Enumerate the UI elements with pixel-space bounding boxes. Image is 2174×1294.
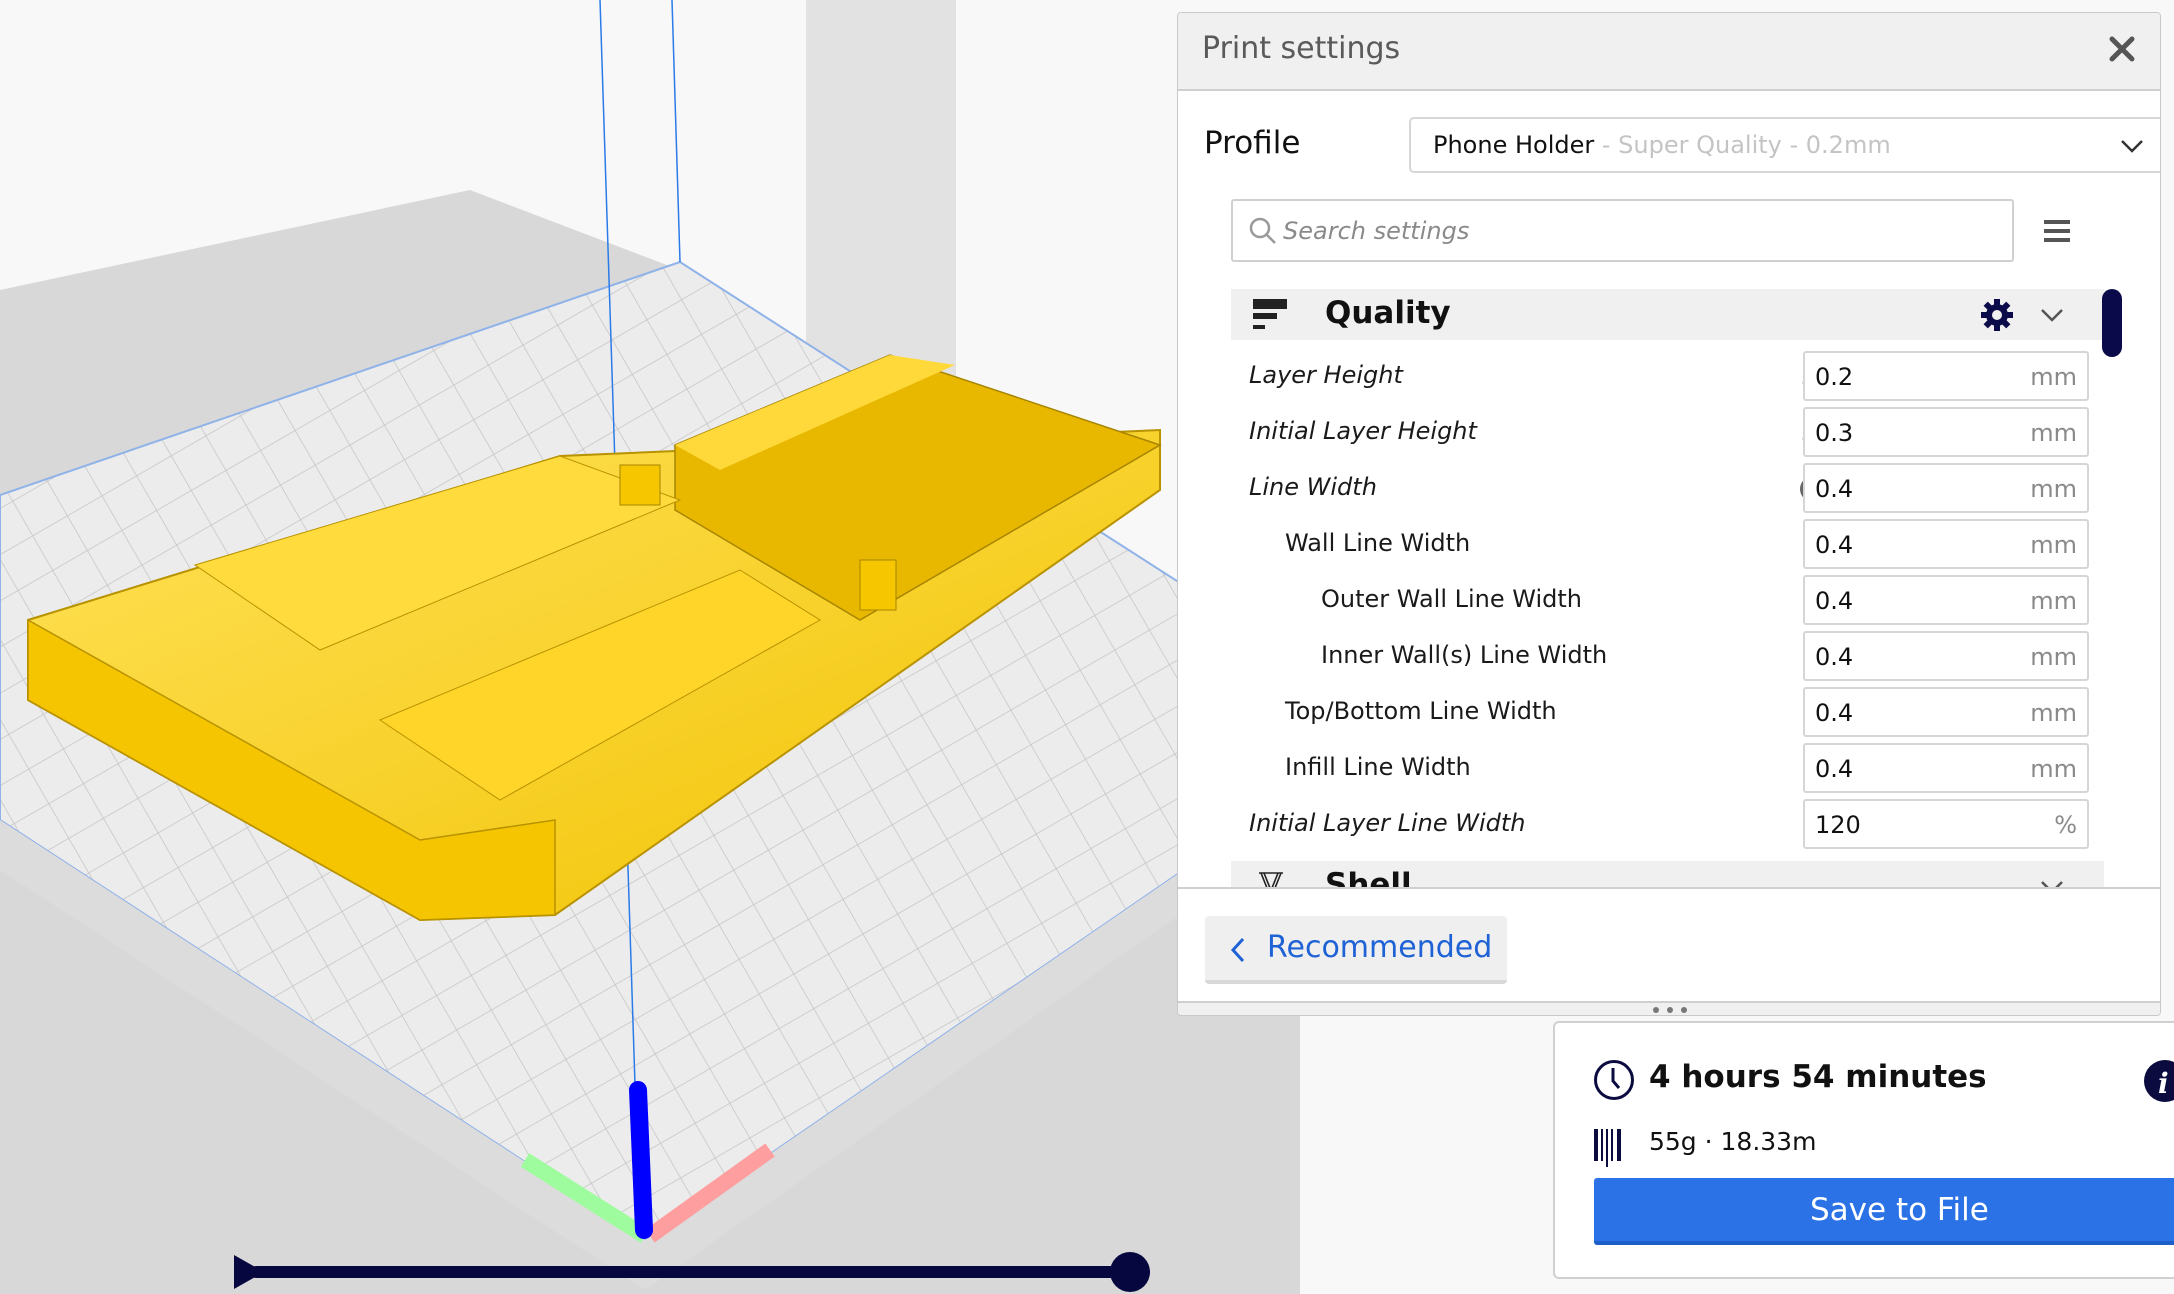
filament-icon [1594, 1129, 1621, 1167]
category-label: Shell [1325, 867, 1412, 887]
category-quality[interactable]: Quality [1231, 289, 2104, 340]
build-volume-line [671, 0, 681, 263]
menu-icon[interactable] [2042, 217, 2072, 245]
setting-row-initial-layer-line-width: Initial Layer Line Width 120% [1231, 799, 2104, 851]
category-label: Quality [1325, 295, 1451, 331]
layer-slider-handle[interactable] [1110, 1252, 1150, 1292]
category-shell[interactable]: Shell [1231, 861, 2104, 887]
chevron-down-icon [2041, 309, 2063, 322]
setting-label: Inner Wall(s) Line Width [1321, 641, 1608, 669]
search-input[interactable] [1281, 209, 1985, 253]
setting-row-layer-height: Layer Height 0.2 mm [1231, 351, 2104, 403]
panel-title: Print settings [1202, 31, 1401, 66]
setting-row-initial-layer-height: Initial Layer Height 0.3 mm [1231, 407, 2104, 459]
initial-layer-line-width-input[interactable]: 120% [1803, 799, 2089, 849]
clock-icon [1594, 1060, 1634, 1100]
outer-wall-line-width-input[interactable]: 0.4 mm [1803, 575, 2089, 625]
setting-row-inner-wall-line-width: Inner Wall(s) Line Width 0.4 mm [1231, 631, 2104, 683]
gear-icon[interactable] [1980, 298, 2014, 332]
setting-label: Line Width [1249, 473, 1377, 501]
setting-row-outer-wall-line-width: Outer Wall Line Width 0.4 mm [1231, 575, 2104, 627]
setting-label: Infill Line Width [1285, 753, 1471, 781]
setting-row-wall-line-width: Wall Line Width 0.4 mm [1231, 519, 2104, 571]
setting-row-line-width: Line Width fx 0.4mm [1231, 463, 2104, 515]
save-to-file-button[interactable]: Save to File [1594, 1178, 2174, 1245]
setting-label: Outer Wall Line Width [1321, 585, 1583, 613]
search-icon [1249, 217, 1276, 244]
chevron-down-icon [2121, 140, 2143, 153]
panel-header: Print settings [1178, 13, 2160, 91]
wall-line-width-input[interactable]: 0.4 mm [1803, 519, 2089, 569]
quality-icon [1253, 299, 1287, 329]
setting-label: Initial Layer Line Width [1249, 809, 1526, 837]
material-usage: 55g · 18.33m [1649, 1127, 1817, 1156]
svg-text:i: i [2158, 1067, 2169, 1100]
profile-quality: - Super Quality - 0.2mm [1594, 131, 1891, 159]
profile-label: Profile [1204, 125, 1301, 161]
setting-label: Initial Layer Height [1249, 417, 1477, 445]
axis-z [629, 1081, 653, 1239]
search-box [1231, 199, 2014, 262]
setting-label: Wall Line Width [1285, 529, 1471, 557]
save-label: Save to File [1810, 1192, 1989, 1228]
panel-resize-handle[interactable] [1178, 1001, 2160, 1015]
inner-wall-line-width-input[interactable]: 0.4 mm [1803, 631, 2089, 681]
setting-row-infill-line-width: Infill Line Width 0.4 mm [1231, 743, 2104, 795]
initial-layer-height-input[interactable]: 0.3 mm [1803, 407, 2089, 457]
chevron-left-icon [1230, 937, 1245, 963]
settings-list[interactable]: Quality Layer Height 0.2 mm Initial Layer… [1178, 289, 2160, 887]
recommended-button[interactable]: Recommended [1205, 916, 1507, 984]
chevron-down-icon [2041, 881, 2063, 887]
line-width-input[interactable]: 0.4 mm [1803, 463, 2089, 513]
info-icon[interactable]: i [2143, 1059, 2174, 1103]
setting-label: Layer Height [1249, 361, 1403, 389]
layer-slider-track[interactable] [250, 1266, 1150, 1278]
close-icon[interactable] [2104, 31, 2140, 67]
profile-value: Phone Holder - Super Quality - 0.2mm [1433, 131, 1891, 159]
print-settings-panel: Print settings Profile Phone Holder - Su… [1177, 12, 2161, 1016]
settings-scrollbar[interactable] [2102, 289, 2122, 357]
setting-row-top-bottom-line-width: Top/Bottom Line Width 0.4 mm [1231, 687, 2104, 739]
profile-dropdown[interactable]: Phone Holder - Super Quality - 0.2mm [1409, 117, 2160, 173]
divider [1178, 887, 2160, 889]
layer-height-input[interactable]: 0.2 mm [1803, 351, 2089, 401]
setting-label: Top/Bottom Line Width [1285, 697, 1557, 725]
infill-line-width-input[interactable]: 0.4 mm [1803, 743, 2089, 793]
drag-dots-icon [1653, 1007, 1687, 1013]
top-bottom-line-width-input[interactable]: 0.4 mm [1803, 687, 2089, 737]
shell-icon [1259, 872, 1283, 887]
recommended-label: Recommended [1267, 930, 1493, 965]
print-time: 4 hours 54 minutes [1649, 1059, 1987, 1095]
